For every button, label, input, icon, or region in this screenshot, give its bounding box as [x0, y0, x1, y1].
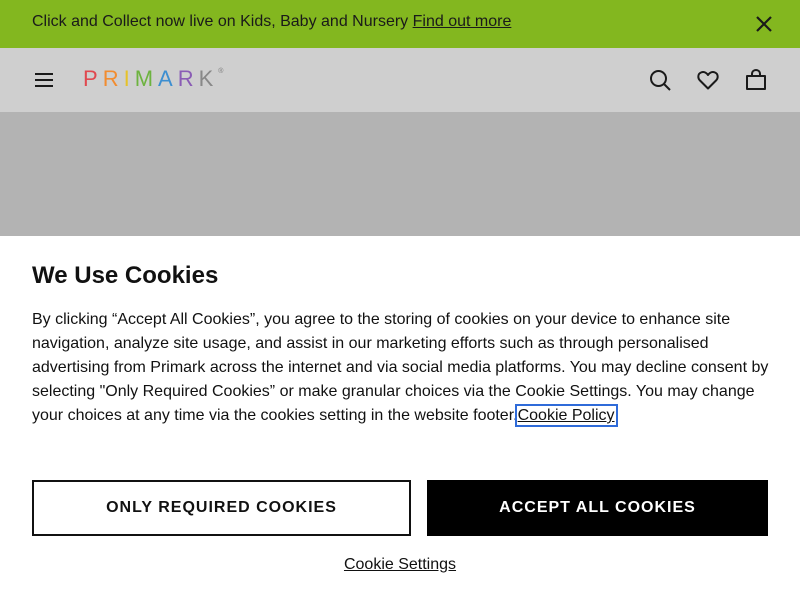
accept-all-cookies-button[interactable]: ACCEPT ALL COOKIES — [427, 480, 768, 536]
banner-text: Click and Collect now live on Kids, Baby… — [32, 13, 413, 30]
logo-letter: K — [198, 66, 219, 91]
logo-letter: A — [158, 66, 178, 91]
bag-icon[interactable] — [744, 68, 768, 92]
hero-image-placeholder — [0, 112, 800, 236]
menu-icon[interactable] — [32, 68, 56, 92]
close-icon[interactable] — [752, 12, 776, 36]
cookie-body-text: By clicking “Accept All Cookies”, you ag… — [32, 311, 769, 424]
logo-letter: I — [123, 66, 135, 91]
cookie-consent-panel: We Use Cookies By clicking “Accept All C… — [0, 236, 800, 600]
logo-letter: M — [134, 66, 159, 91]
logo-letter: R — [102, 66, 124, 91]
only-required-cookies-button[interactable]: ONLY REQUIRED COOKIES — [32, 480, 411, 536]
cookie-settings-row: Cookie Settings — [0, 556, 800, 574]
heart-icon[interactable] — [696, 68, 720, 92]
cookie-title: We Use Cookies — [32, 262, 219, 289]
banner-message: Click and Collect now live on Kids, Baby… — [32, 13, 511, 31]
find-out-more-link[interactable]: Find out more — [413, 13, 512, 30]
logo-letter: R — [177, 66, 199, 91]
cookie-policy-link[interactable]: Cookie Policy — [514, 404, 618, 427]
site-header: PRIMARK® — [0, 48, 800, 112]
logo-letter: P — [83, 66, 103, 91]
primark-logo[interactable]: PRIMARK® — [83, 66, 223, 92]
promo-banner: Click and Collect now live on Kids, Baby… — [0, 0, 800, 48]
registered-mark: ® — [218, 68, 224, 75]
cookie-settings-link[interactable]: Cookie Settings — [344, 556, 456, 573]
cookie-description: By clicking “Accept All Cookies”, you ag… — [32, 308, 772, 428]
search-icon[interactable] — [648, 68, 672, 92]
